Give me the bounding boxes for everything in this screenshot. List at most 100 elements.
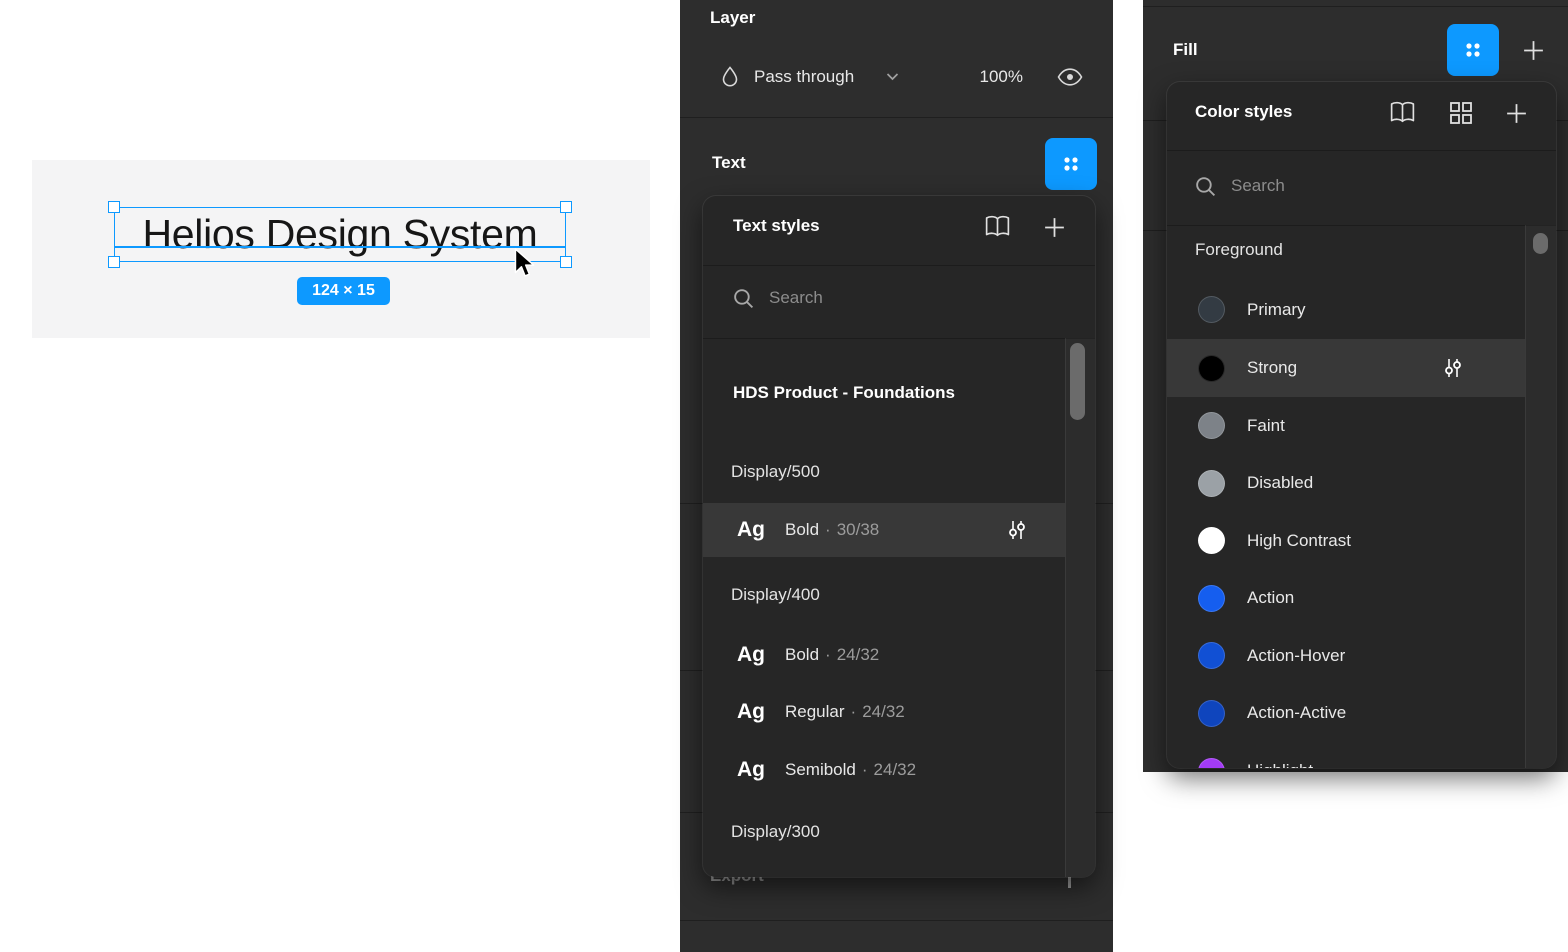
style-sample: Ag	[737, 518, 785, 542]
dimension-badge-label: 124 × 15	[312, 282, 375, 300]
divider	[1167, 225, 1556, 226]
style-sample: Ag	[737, 643, 785, 667]
sliders-icon[interactable]	[1006, 519, 1028, 541]
selection-handle-top-left[interactable]	[108, 201, 120, 213]
eye-icon[interactable]	[1057, 68, 1083, 86]
text-styles-search-input[interactable]	[767, 287, 1011, 309]
color-name: Primary	[1247, 300, 1306, 320]
style-group-label: Display/500	[731, 462, 820, 482]
style-size: 30/38	[837, 520, 880, 540]
color-style-row[interactable]: Faint	[1167, 397, 1525, 454]
color-style-row[interactable]: Action	[1167, 569, 1525, 627]
color-name: Action-Active	[1247, 703, 1346, 723]
style-dots-icon	[1058, 151, 1084, 177]
color-group-label: Foreground	[1195, 240, 1283, 260]
color-swatch	[1198, 470, 1225, 497]
separator: ·	[851, 702, 857, 722]
color-styles-dropdown: Color styles Foreground Primary	[1167, 82, 1556, 768]
divider	[1143, 6, 1568, 7]
droplet-icon	[719, 65, 741, 87]
color-style-row[interactable]: Action-Active	[1167, 684, 1525, 742]
color-swatch	[1198, 758, 1225, 769]
plus-icon[interactable]	[1521, 38, 1546, 63]
divider	[680, 920, 1113, 921]
canvas-headline-text[interactable]: Helios Design System	[142, 211, 537, 258]
color-name: Disabled	[1247, 473, 1313, 493]
scrollbar-thumb[interactable]	[1070, 343, 1085, 420]
color-name: Strong	[1247, 358, 1297, 378]
style-sample: Ag	[737, 700, 785, 724]
library-name: HDS Product - Foundations	[733, 383, 955, 403]
style-sample: Ag	[737, 758, 785, 782]
divider	[680, 117, 1113, 118]
search-icon	[732, 287, 755, 310]
color-swatch	[1198, 642, 1225, 669]
color-style-row[interactable]: Action-Hover	[1167, 627, 1525, 684]
color-name: High Contrast	[1247, 531, 1351, 551]
scrollbar-thumb[interactable]	[1533, 233, 1548, 254]
dimension-badge: 124 × 15	[297, 277, 390, 305]
text-style-applied-button[interactable]	[1045, 138, 1097, 190]
blend-mode-select[interactable]: Pass through	[754, 67, 854, 87]
style-weight: Regular	[785, 702, 845, 722]
grid-icon[interactable]	[1448, 100, 1474, 126]
style-size: 24/32	[837, 645, 880, 665]
style-size: 24/32	[862, 702, 905, 722]
separator: ·	[825, 645, 831, 665]
color-swatch	[1198, 585, 1225, 612]
fill-section-title: Fill	[1173, 40, 1198, 60]
separator: ·	[862, 760, 868, 780]
properties-panel: Layer Pass through 100% Text Export Text…	[680, 0, 1113, 952]
chevron-down-icon[interactable]	[886, 72, 899, 81]
text-styles-dropdown: Text styles HDS Product - Foundations Di…	[703, 196, 1095, 877]
opacity-value[interactable]: 100%	[971, 67, 1023, 87]
color-name: Faint	[1247, 416, 1285, 436]
text-style-row[interactable]: Ag Bold · 24/32	[703, 628, 1065, 682]
text-baseline-line	[114, 246, 566, 248]
plus-icon[interactable]	[1068, 876, 1071, 888]
text-style-row[interactable]: Ag Semibold · 24/32	[703, 742, 1065, 797]
separator: ·	[825, 520, 831, 540]
color-swatch	[1198, 527, 1225, 554]
divider	[703, 338, 1095, 339]
style-weight: Bold	[785, 645, 819, 665]
color-name: Highlight	[1247, 761, 1313, 768]
text-section-title: Text	[712, 153, 746, 173]
selection-handle-top-right[interactable]	[560, 201, 572, 213]
sliders-icon[interactable]	[1442, 357, 1464, 379]
scrollbar-track[interactable]	[1525, 225, 1556, 768]
divider	[1167, 150, 1556, 151]
selection-handle-bottom-right[interactable]	[560, 256, 572, 268]
text-layer-selection-box[interactable]: Helios Design System	[114, 207, 566, 262]
color-styles-search-input[interactable]	[1229, 175, 1473, 197]
open-book-icon[interactable]	[1388, 100, 1417, 125]
fill-panel: Fill Color styles	[1143, 0, 1568, 772]
style-dots-icon	[1460, 37, 1486, 63]
divider	[703, 265, 1095, 266]
color-swatch	[1198, 355, 1225, 382]
style-group-label: Display/300	[731, 822, 820, 842]
color-name: Action-Hover	[1247, 646, 1345, 666]
color-style-row[interactable]: Highlight	[1167, 742, 1525, 768]
text-style-row[interactable]: Ag Regular · 24/32	[703, 685, 1065, 739]
style-group-label: Display/400	[731, 585, 820, 605]
color-swatch	[1198, 700, 1225, 727]
text-style-row[interactable]: Ag Bold · 30/38	[703, 503, 1065, 557]
search-icon	[1194, 175, 1217, 198]
color-name: Action	[1247, 588, 1294, 608]
open-book-icon[interactable]	[983, 214, 1012, 239]
plus-icon[interactable]	[1504, 101, 1529, 126]
text-styles-title: Text styles	[733, 216, 820, 236]
color-swatch	[1198, 412, 1225, 439]
style-weight: Bold	[785, 520, 819, 540]
color-style-row[interactable]: Strong	[1167, 339, 1525, 397]
style-size: 24/32	[874, 760, 917, 780]
fill-style-applied-button[interactable]	[1447, 24, 1499, 76]
color-style-row[interactable]: Disabled	[1167, 454, 1525, 512]
color-swatch	[1198, 296, 1225, 323]
color-style-row[interactable]: High Contrast	[1167, 512, 1525, 569]
selection-handle-bottom-left[interactable]	[108, 256, 120, 268]
plus-icon[interactable]	[1042, 215, 1067, 240]
layer-section-title: Layer	[710, 8, 755, 28]
color-style-row[interactable]: Primary	[1167, 281, 1525, 338]
